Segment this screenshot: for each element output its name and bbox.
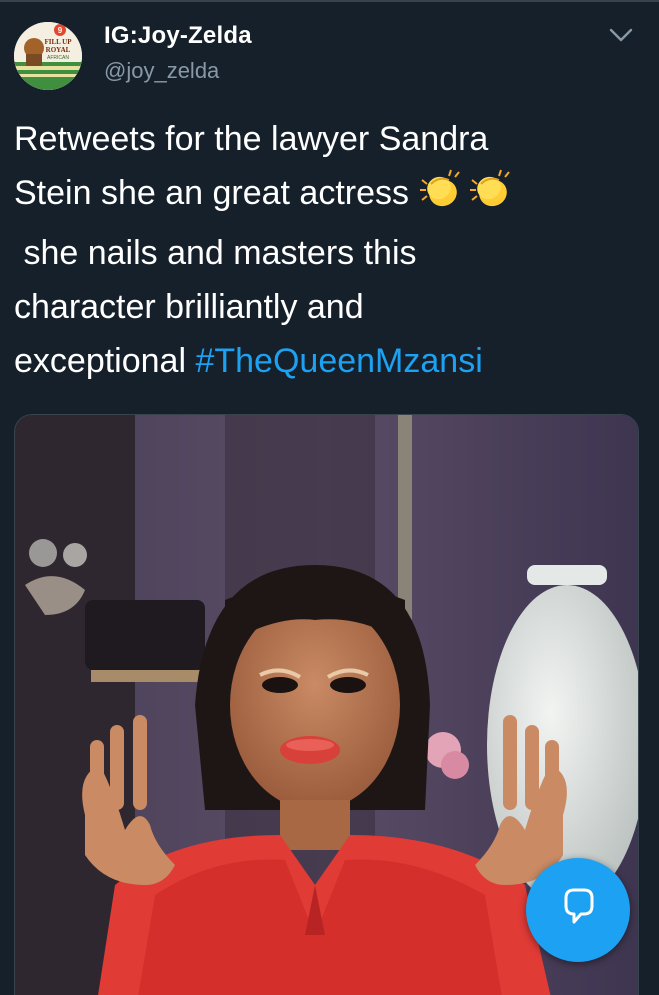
avatar-number: 9 — [58, 26, 63, 35]
avatar[interactable]: 9 FILL UP ROYAL AFRICAN — [14, 22, 82, 90]
author-handle[interactable]: @joy_zelda — [104, 58, 219, 84]
tweet-text-line: exceptional #TheQueenMzansi — [14, 334, 644, 388]
tweet-text-segment: exceptional — [14, 342, 196, 380]
avatar-text-1: FILL UP — [44, 38, 72, 46]
tweet-text-line: Retweets for the lawyer Sandra — [14, 120, 489, 158]
avatar-text-2: ROYAL — [46, 46, 71, 54]
reply-bubble-icon — [564, 888, 594, 924]
avatar-text-3: AFRICAN — [47, 55, 69, 61]
tweet-text-line: character brilliantly and — [14, 288, 364, 326]
compose-button[interactable] — [526, 858, 630, 962]
tweet-text: Retweets for the lawyer Sandra Stein she… — [14, 112, 644, 388]
divider — [0, 0, 659, 2]
tweet-text-line: Stein she an great actress — [14, 166, 644, 226]
tweet-text-segment: Stein she an great actress — [14, 174, 410, 212]
chevron-down-icon[interactable] — [608, 26, 634, 44]
clapping-hands-icon — [417, 166, 517, 226]
tweet-card[interactable]: 9 FILL UP ROYAL AFRICAN IG:Joy-Zelda @jo… — [0, 0, 659, 995]
avatar-image: 9 FILL UP ROYAL AFRICAN — [14, 22, 82, 90]
author-name[interactable]: IG:Joy-Zelda — [104, 22, 252, 50]
tweet-text-line: she nails and masters this — [14, 234, 417, 272]
hashtag-link[interactable]: #TheQueenMzansi — [195, 342, 482, 380]
